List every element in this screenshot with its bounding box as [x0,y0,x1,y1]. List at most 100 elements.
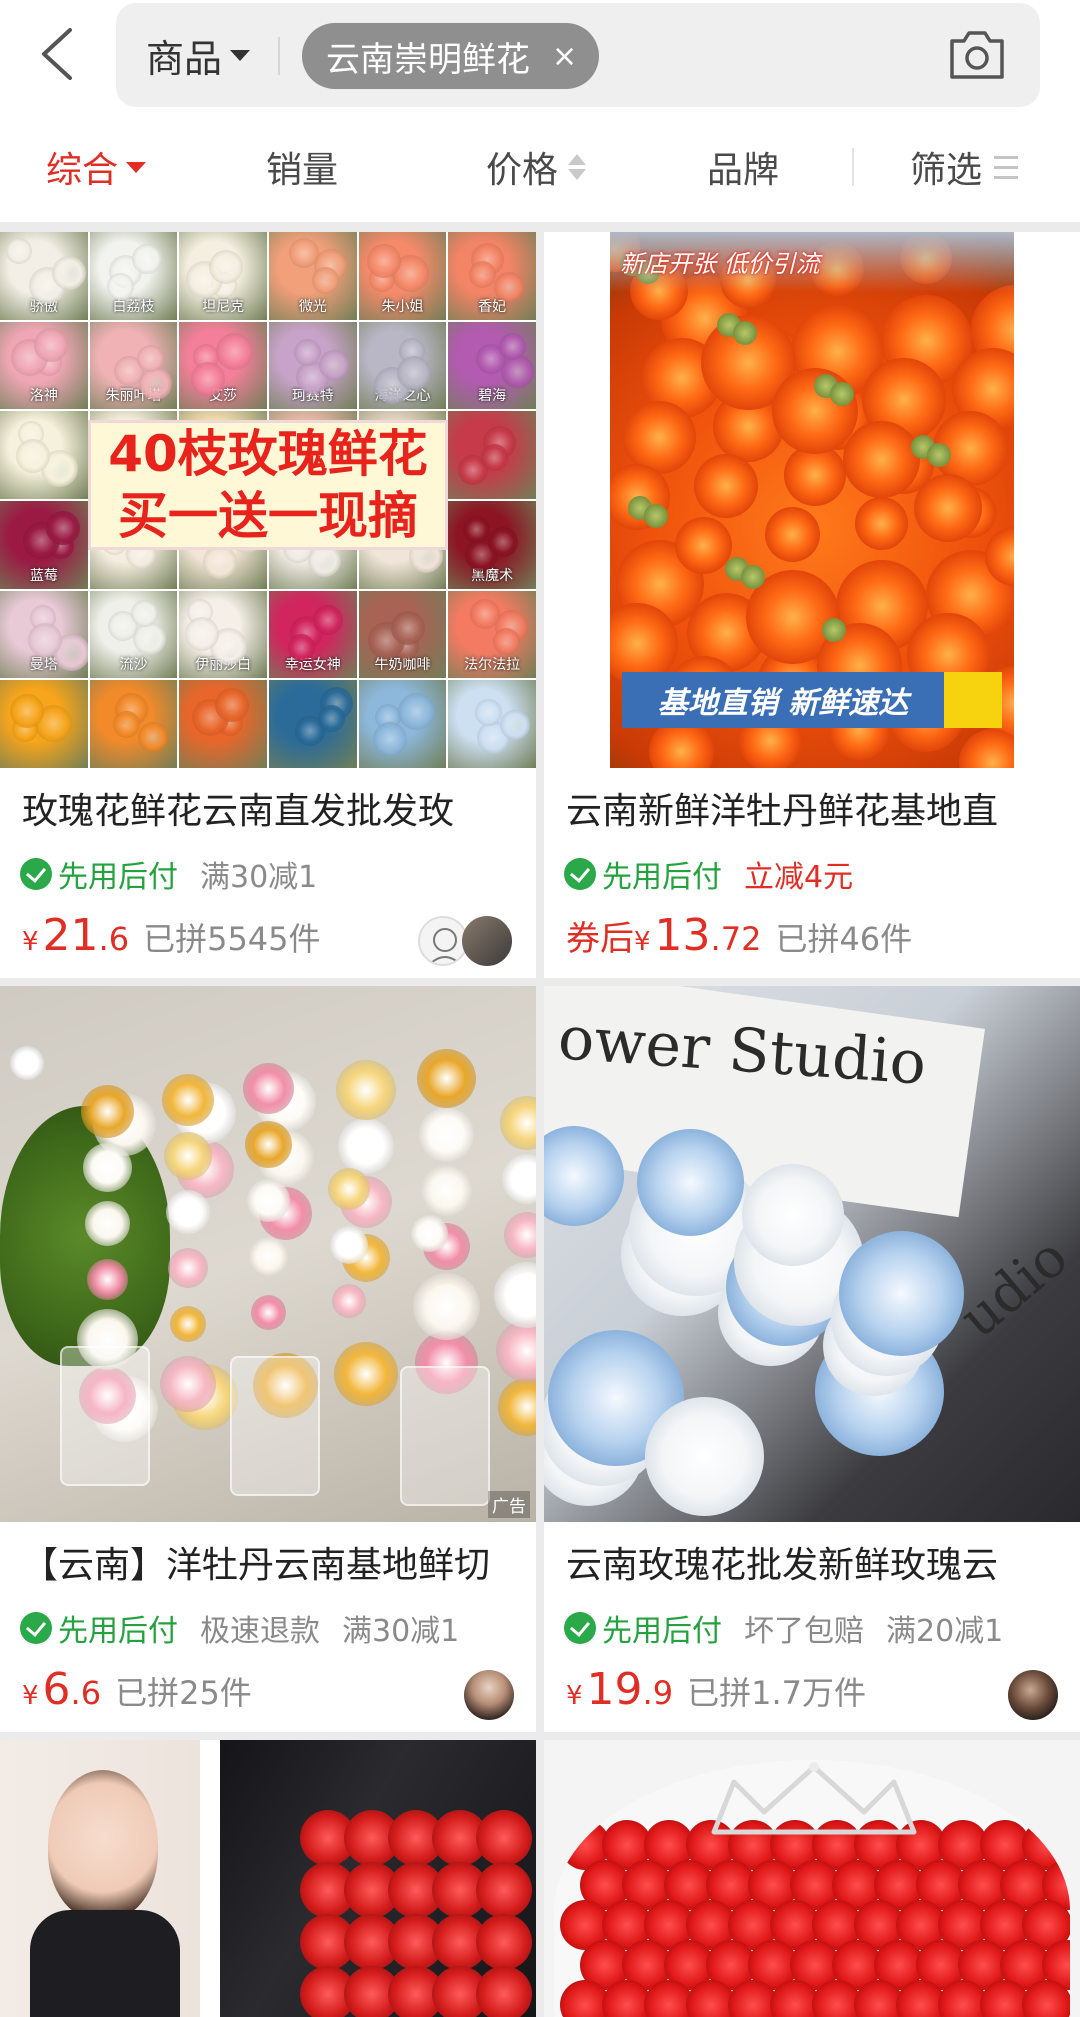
rose-variety-tile: 伊丽莎白 [179,590,267,679]
product-card[interactable]: 新店开张 低价引流 基地直销 新鲜速达 云南新鲜洋牡丹鲜花基地直 先用后付 立减… [544,232,1080,978]
product-card[interactable]: 骄傲白荔枝坦尼克 微光 朱小姐 香妃洛神 朱丽叶塔艾莎珂赛特海洋之心碧海蓝莓 黑魔术曼塔流… [0,232,536,978]
product-card[interactable] [0,1740,536,2017]
search-scope-dropdown[interactable]: 商品 [146,3,251,107]
blue-white-rose [637,1129,744,1236]
rose-variety-tile [268,680,357,768]
sort-arrows-icon [568,154,587,180]
product-title[interactable]: 玫瑰花鲜花云南直发批发玫 [22,782,522,834]
peony-bloom [959,729,1014,768]
product-title[interactable]: 【云南】洋牡丹云南基地鲜切 [22,1536,522,1588]
red-rose [476,1966,532,2017]
promo-headline-2: 买一送一现摘 [118,487,418,545]
product-card[interactable]: ower Studio udio 云南玫瑰花批发新鲜玫瑰云 先用后付 坏了包赔 … [544,986,1080,1732]
product-title[interactable]: 云南玫瑰花批发新鲜玫瑰云 [566,1536,1066,1588]
avatar [1008,1670,1058,1720]
search-bar[interactable]: 商品 云南崇明鲜花 × [116,3,1040,107]
pay-later-badge: 先用后付 [58,860,178,895]
rose-variety-label: 蓝莓 [29,567,58,584]
rose-variety-label: 流沙 [119,657,148,674]
search-scope-label: 商品 [146,36,223,81]
filter-button[interactable]: 筛选 [910,112,1019,222]
query-tag[interactable]: 云南崇明鲜花 × [302,23,600,89]
box-roses [300,1780,532,2017]
rose-variety-tile: 海洋之心 [358,321,447,410]
sort-brand[interactable]: 品牌 [707,112,779,222]
promo-tag: 立减4元 [744,860,854,895]
product-card[interactable] [544,1740,1080,2017]
ranunculus-bloom [164,1132,212,1180]
sort-brand-label: 品牌 [707,150,780,191]
rose-variety-label: 洛神 [29,388,58,405]
ranunculus-bloom [85,1201,130,1246]
chevron-down-icon [230,49,251,61]
ranunculus-bloom [168,1248,208,1288]
rose-variety-tile [0,680,88,768]
sort-bar: 综合 销量 价格 品牌 筛选 [0,112,1080,222]
price-prefix: 券后 [566,919,634,959]
pay-later-badge: 先用后付 [58,1614,178,1649]
peony-bloom [694,454,758,518]
red-rose [476,1810,532,1866]
flower-bud [830,382,854,406]
currency-symbol: ¥ [22,927,39,957]
product-image[interactable]: ower Studio udio [544,986,1080,1522]
sort-sales[interactable]: 销量 [266,112,338,222]
camera-icon[interactable] [946,27,1008,83]
glass-vase [400,1366,490,1506]
chevron-down-icon [126,161,147,173]
rose-variety-tile: 流沙 [89,590,178,679]
product-tags: 先用后付 满30减1 [20,852,339,896]
product-image[interactable] [544,1740,1080,2017]
ranunculus-bloom [251,1295,286,1330]
rose-variety-tile: 碧海 [448,321,536,410]
price-decimal: .6 [70,1674,102,1712]
ranunculus-bloom [328,1168,370,1210]
rose-variety-tile: 微光 [268,232,357,320]
sort-comprehensive[interactable]: 综合 [46,112,147,222]
peony-bloom [855,497,908,550]
rose-variety-tile: 蓝莓 [0,500,88,589]
product-card[interactable]: 广告 【云南】洋牡丹云南基地鲜切 先用后付 极速退款 满30减1 ¥ 6 .6 … [0,986,536,1732]
ranunculus-bloom [496,1320,536,1382]
back-arrow-icon[interactable] [30,22,90,86]
ranunculus-bloom [334,1342,398,1406]
product-image[interactable]: 新店开张 低价引流 基地直销 新鲜速达 [544,232,1080,768]
rose-variety-tile: 牛奶咖啡 [358,590,447,679]
ranunculus-bloom [247,1179,290,1222]
rose-variety-label: 朱小姐 [381,298,424,315]
rose-variety-label: 坦尼克 [202,298,245,315]
rose-variety-tile: 洛神 [0,321,88,410]
pay-later-badge: 先用后付 [602,860,722,895]
product-image[interactable]: 广告 [0,986,536,1522]
ranunculus-bloom [336,1060,396,1120]
ranunculus-bloom [170,1306,206,1342]
product-image[interactable]: 骄傲白荔枝坦尼克 微光 朱小姐 香妃洛神 朱丽叶塔艾莎珂赛特海洋之心碧海蓝莓 黑魔术曼塔流… [0,232,536,768]
price-decimal: .6 [98,920,130,958]
ranunculus-bloom [504,1212,536,1258]
price-row: ¥ 6 .6 已拼25件 [22,1664,252,1715]
sold-count: 已拼25件 [115,1674,252,1712]
check-badge-icon [20,858,52,890]
promo-tag: 满30减1 [342,1614,460,1649]
flower-bud [927,443,951,467]
product-tags: 先用后付 坏了包赔 满20减1 [564,1606,1025,1650]
ranunculus-bloom [338,1118,394,1174]
price-row: ¥ 21 .6 已拼5545件 [22,910,321,961]
product-tags: 先用后付 立减4元 [564,852,875,896]
rose-variety-tile: 幸运女神 [268,590,357,679]
product-title[interactable]: 云南新鲜洋牡丹鲜花基地直 [566,782,1066,834]
sort-price[interactable]: 价格 [486,112,587,222]
close-icon[interactable]: × [552,39,577,74]
ranunculus-bloom [502,1154,536,1204]
rose-variety-tile: 曼塔 [0,590,88,679]
ranunculus-bloom [166,1190,210,1234]
price-integer: 21 [42,910,99,961]
blue-white-rose [839,1231,964,1356]
rose-variety-tile [179,680,267,768]
sold-count: 已拼46件 [775,920,913,958]
product-image[interactable] [0,1740,536,2017]
rose-variety-tile: 香妃 [448,232,536,320]
product-tags: 先用后付 极速退款 满30减1 [20,1606,481,1650]
blue-white-rose [645,1397,764,1516]
price-integer: 6 [42,1664,71,1715]
